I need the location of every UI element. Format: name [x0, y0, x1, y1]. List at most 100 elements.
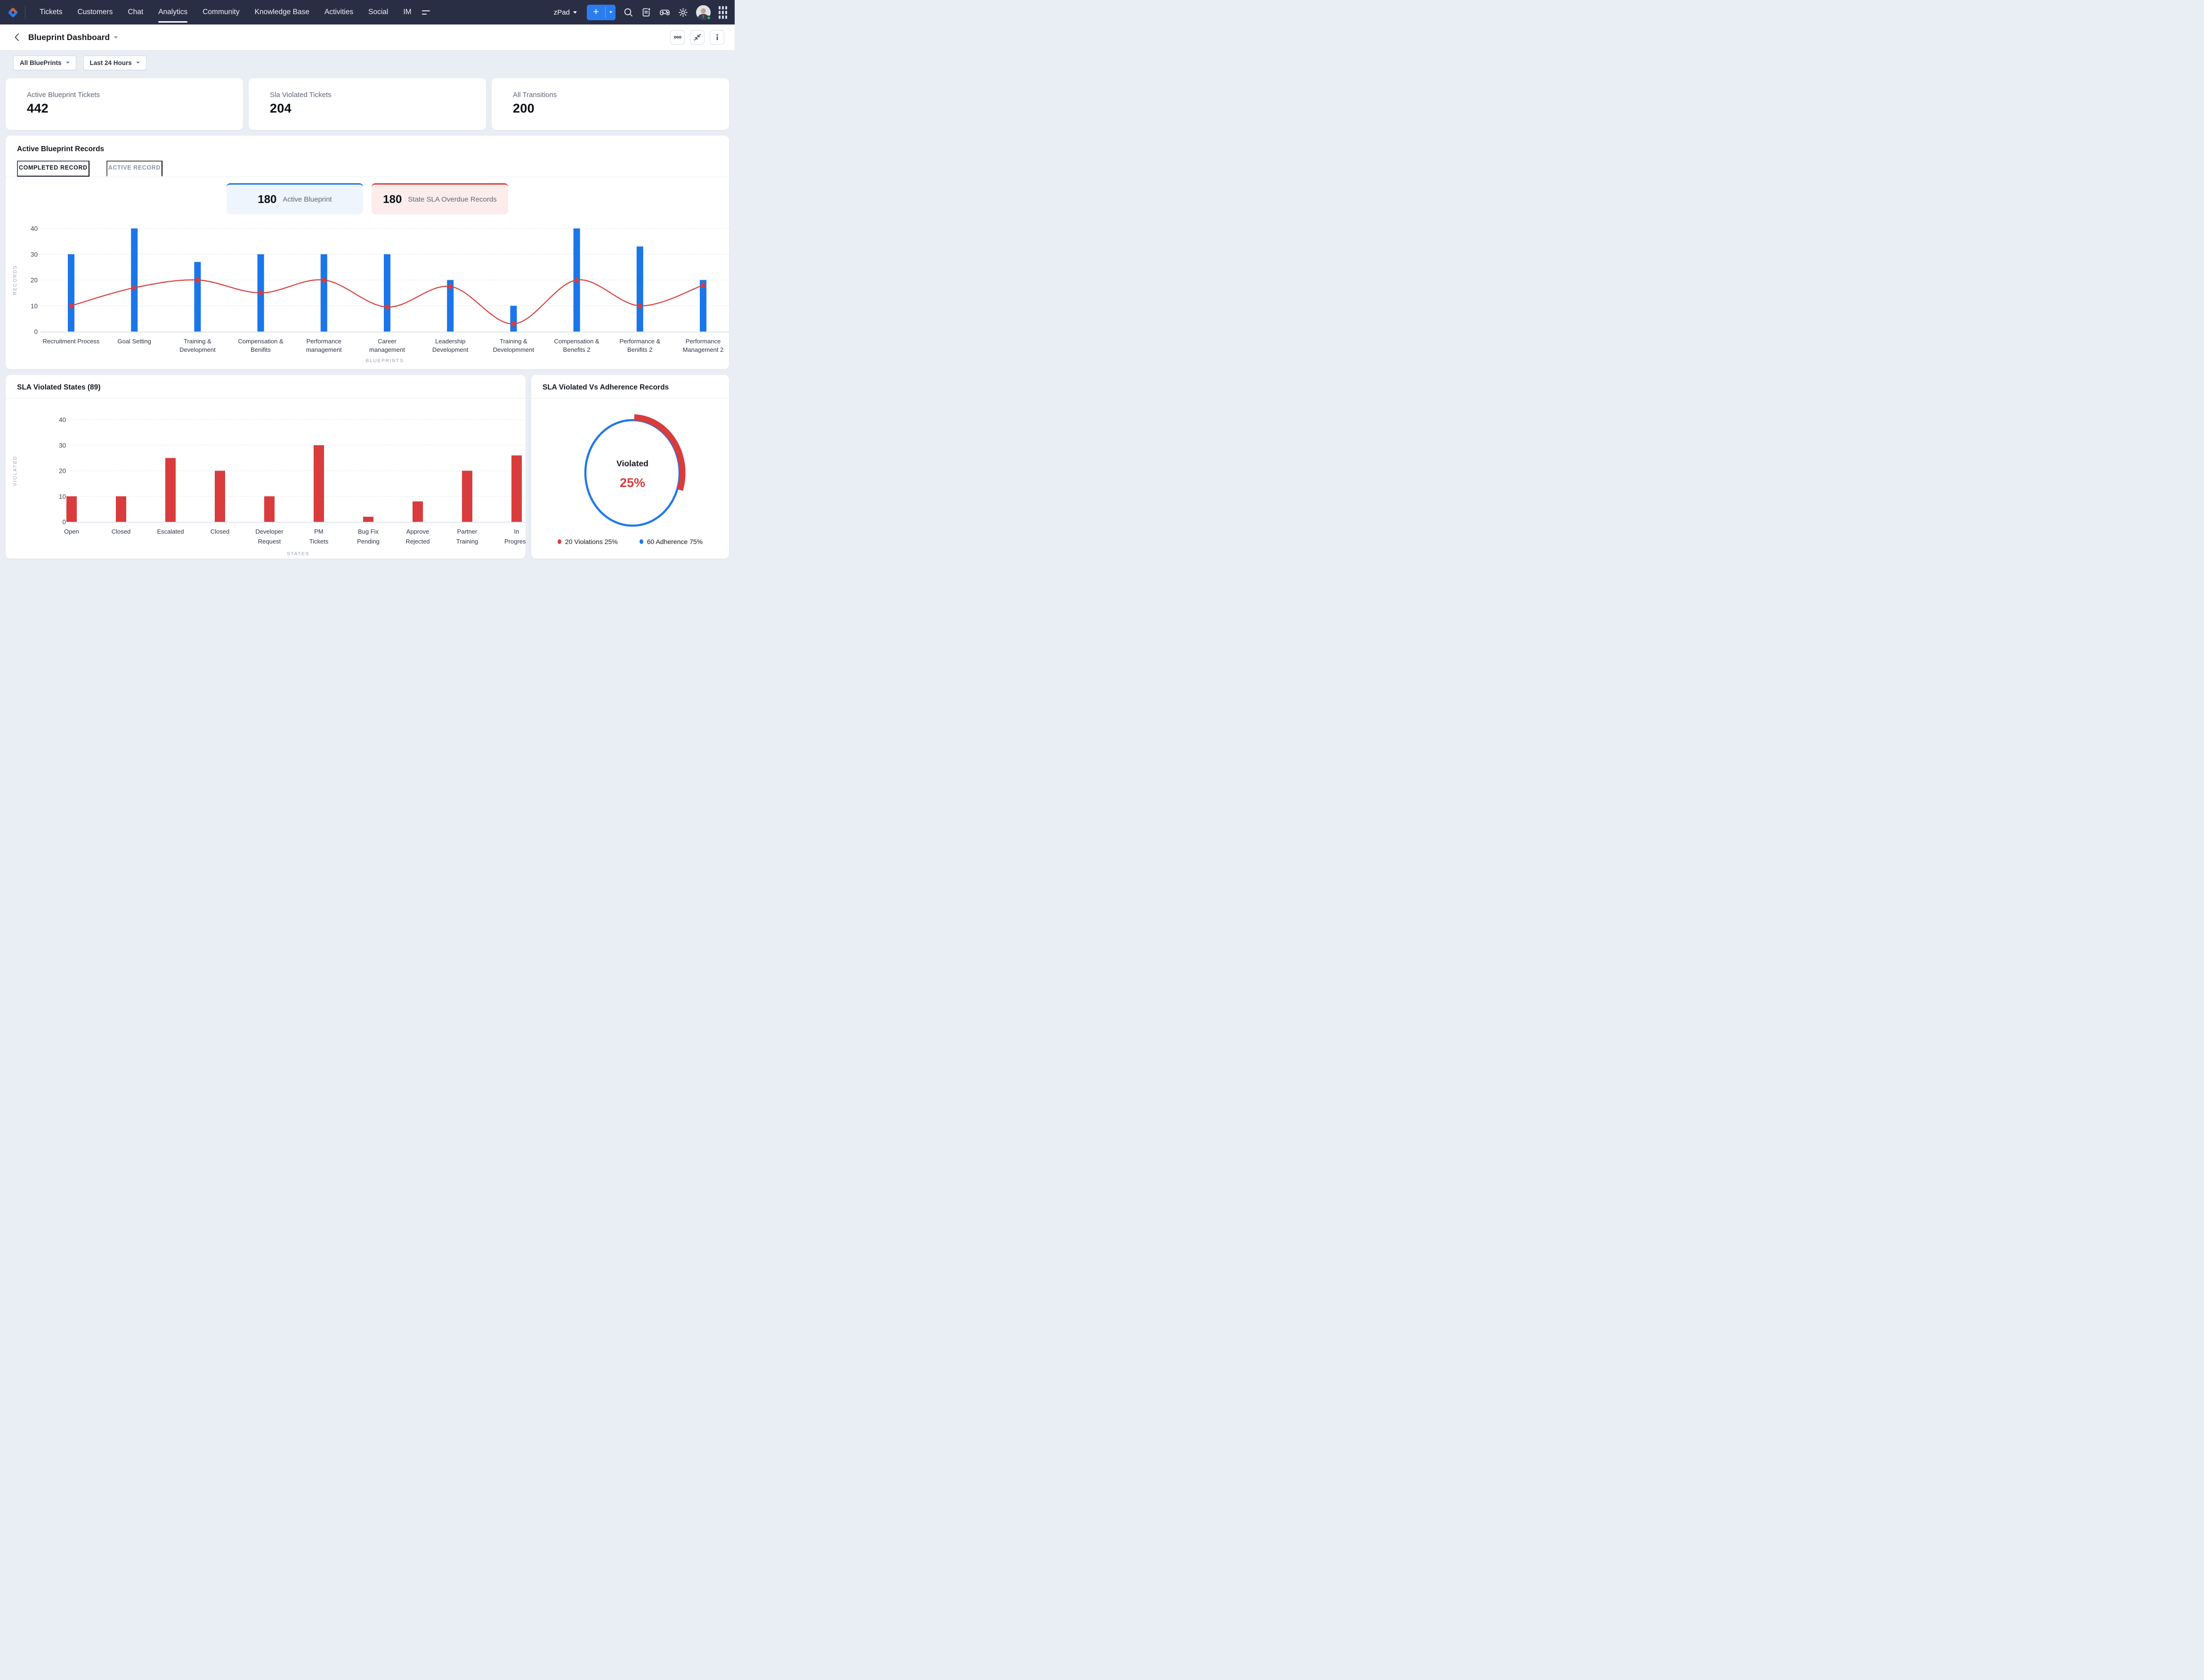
svg-text:30: 30	[59, 442, 66, 449]
bottom-row: SLA Violated States (89) 0 10 20 30 40 Open Cl…	[6, 375, 729, 559]
badge-state-sla-overdue-records: 180 State SLA Overdue Records	[372, 183, 508, 214]
svg-text:PartnerTraining: Partner Training	[456, 528, 478, 545]
quick-add-button[interactable]: +	[587, 4, 616, 20]
nav-item-analytics[interactable]: Analytics	[151, 0, 195, 24]
nav-item-community[interactable]: Community	[195, 0, 247, 24]
legend-dot	[557, 539, 561, 544]
svg-text:PMTickets: PM Tickets	[309, 528, 329, 545]
nav-right-cluster: zPad +	[554, 4, 727, 20]
blueprint-records-chart[interactable]: 0 10 20 30 40 Recruitment Process Goal Setting…	[6, 214, 729, 367]
kpi-value: 200	[513, 101, 535, 115]
nav-item-im[interactable]: IM	[396, 0, 419, 24]
svg-text:Training &Developmment: Training & Developmment	[493, 338, 535, 353]
kpi-value: 204	[270, 101, 292, 115]
svg-text:Compensation &Benefits 2: Compensation & Benefits 2	[554, 338, 600, 353]
search-icon[interactable]	[624, 8, 633, 17]
legend-dot	[639, 539, 643, 544]
quick-add-caret[interactable]	[606, 5, 616, 20]
record-tabs: COMPLETED RECORD ACTIVE RECORD	[6, 161, 729, 177]
donut-legend: 20 Violations 25% 60 Adherence 75%	[531, 538, 729, 545]
zoho-desk-logo-icon[interactable]	[7, 6, 19, 19]
kpi-label: Active Blueprint Tickets	[27, 91, 100, 99]
online-status-dot	[706, 15, 711, 20]
badge-label: State SLA Overdue Records	[408, 195, 497, 203]
sla-states-chart[interactable]: 0 10 20 30 40 Open Closed Escalated Closed Develo…	[6, 398, 526, 559]
kpi-label: Sla Violated Tickets	[270, 91, 332, 99]
back-button[interactable]	[10, 31, 23, 43]
svg-text:PerformanceManagement 2: Performance Management 2	[683, 338, 724, 353]
top-navbar: Tickets Customers Chat Analytics Community Kn…	[0, 0, 735, 24]
kpi-card-all-transitions: All Transitions 200	[492, 78, 729, 130]
tab-active-record[interactable]: ACTIVE RECORD	[106, 161, 162, 177]
svg-text:Recruitment Process: Recruitment Process	[43, 338, 100, 345]
nav-item-social[interactable]: Social	[361, 0, 396, 24]
svg-text:25%: 25%	[620, 476, 645, 490]
svg-text:Violated: Violated	[616, 459, 648, 468]
user-avatar[interactable]	[696, 5, 711, 20]
filter-chip-all-blueprints[interactable]: All BluePrints	[13, 55, 76, 70]
dashboard-switcher-caret[interactable]	[114, 36, 118, 39]
badge-label: Active Blueprint	[283, 195, 332, 203]
svg-text:20: 20	[31, 277, 38, 284]
filter-bar: All BluePrints Last 24 Hours	[0, 50, 735, 75]
svg-text:Bug FixPending: Bug Fix Pending	[357, 528, 380, 545]
svg-text:30: 30	[31, 251, 38, 258]
svg-text:ApproveRejected: Approve Rejected	[405, 528, 429, 545]
badge-active-blueprint: 180 Active Blueprint	[227, 183, 363, 214]
nav-item-customers[interactable]: Customers	[70, 0, 121, 24]
svg-text:Careermanagement: Career management	[369, 338, 405, 353]
svg-text:10: 10	[59, 493, 66, 500]
info-button[interactable]	[710, 30, 724, 45]
svg-text:Goal Setting: Goal Setting	[117, 338, 151, 345]
sla-adherence-title: SLA Violated Vs Adherence Records	[543, 383, 669, 391]
svg-text:20: 20	[59, 468, 66, 475]
filter-chip-label: All BluePrints	[20, 59, 62, 66]
kpi-value: 442	[27, 101, 49, 115]
svg-text:40: 40	[59, 416, 66, 423]
svg-text:STATES: STATES	[287, 551, 309, 557]
collapse-button[interactable]	[690, 30, 705, 45]
filter-chip-label: Last 24 Hours	[89, 59, 132, 66]
sla-adherence-card: SLA Violated Vs Adherence Records Violat…	[531, 375, 729, 559]
nav-item-tickets[interactable]: Tickets	[32, 0, 70, 24]
filter-chip-last-24-hours[interactable]: Last 24 Hours	[83, 55, 146, 70]
page-title: Blueprint Dashboard	[28, 32, 110, 42]
svg-text:VIOLATED: VIOLATED	[13, 455, 18, 486]
kpi-card-active-blueprint-tickets: Active Blueprint Tickets 442	[6, 78, 243, 130]
legend-item-20-violations-25[interactable]: 20 Violations 25%	[557, 538, 618, 545]
plus-icon: +	[593, 6, 599, 17]
svg-text:0: 0	[34, 328, 38, 335]
badge-value: 180	[258, 193, 277, 206]
chevron-down-icon	[573, 11, 577, 14]
svg-text:LeadershipDevelopment: Leadership Development	[432, 338, 469, 353]
nav-item-chat[interactable]: Chat	[120, 0, 151, 24]
svg-text:RECORDS: RECORDS	[13, 265, 18, 295]
legend-label: 60 Adherence 75%	[647, 538, 703, 545]
chevron-down-icon	[136, 62, 140, 64]
games-icon[interactable]	[659, 8, 670, 17]
tab-completed-record[interactable]: COMPLETED RECORD	[17, 161, 89, 177]
nav-item-knowledge-base[interactable]: Knowledge Base	[247, 0, 317, 24]
svg-text:0: 0	[62, 519, 66, 526]
svg-text:Performance &Benifits 2: Performance & Benifits 2	[619, 338, 660, 353]
apps-grid-icon[interactable]	[719, 6, 727, 19]
record-badges: 180 Active Blueprint 180 State SLA Overdue …	[6, 183, 729, 214]
svg-text:40: 40	[31, 225, 38, 232]
settings-gear-icon[interactable]	[678, 8, 688, 17]
legend-item-60-adherence-75[interactable]: 60 Adherence 75%	[639, 538, 703, 545]
svg-text:InProgress: InProgress	[504, 528, 526, 545]
svg-text:10: 10	[31, 302, 38, 309]
nav-more-menu-icon[interactable]	[421, 10, 430, 15]
portal-dropdown[interactable]: zPad	[554, 8, 577, 16]
svg-text:Open: Open	[64, 528, 79, 535]
sla-adherence-donut[interactable]: Violated 25%	[531, 398, 729, 544]
page-header: Blueprint Dashboard	[0, 24, 735, 50]
nav-item-activities[interactable]: Activities	[317, 0, 361, 24]
feeds-icon[interactable]	[641, 7, 651, 17]
portal-label: zPad	[553, 8, 570, 16]
header-actions	[670, 30, 724, 45]
legend-label: 20 Violations 25%	[565, 538, 618, 545]
more-options-button[interactable]	[670, 30, 685, 45]
svg-text:Compensation &Benifits: Compensation & Benifits	[238, 338, 284, 353]
chevron-down-icon	[65, 62, 70, 64]
